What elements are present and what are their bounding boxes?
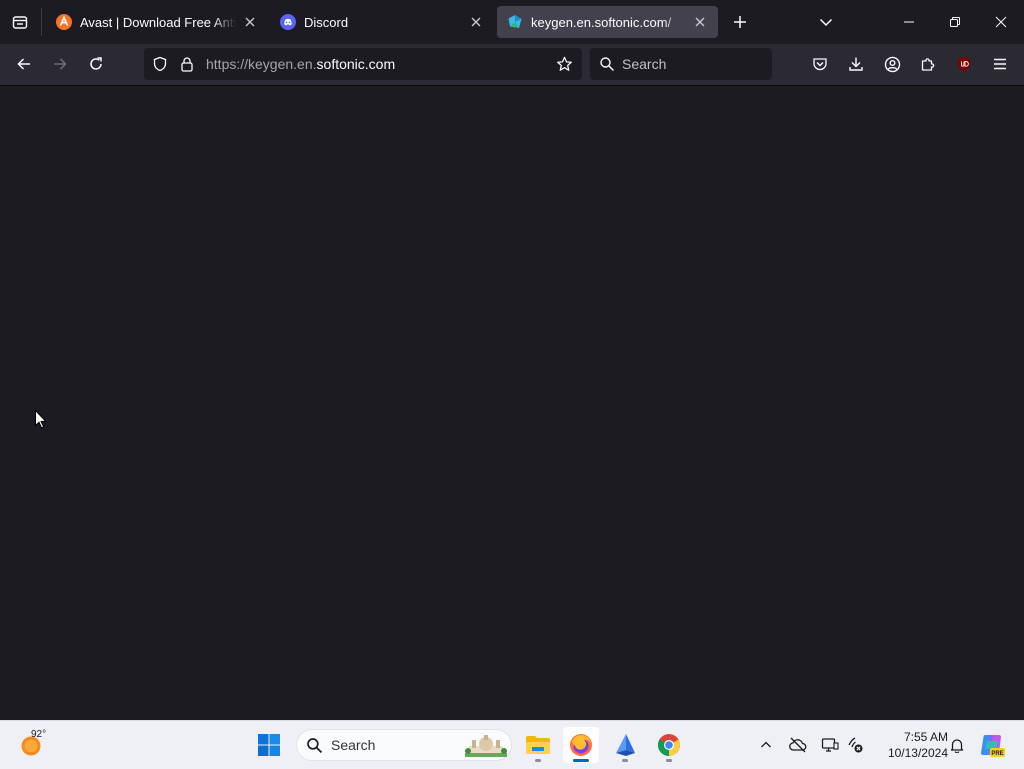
close-tab-icon[interactable]: [468, 14, 484, 30]
tab-softonic[interactable]: keygen.en.softonic.com/: [497, 6, 718, 38]
address-bar[interactable]: https://keygen.en.softonic.com: [144, 48, 582, 80]
running-indicator: [622, 759, 628, 762]
weather-widget[interactable]: 92°: [14, 727, 64, 763]
search-highlight-palace-icon: [465, 735, 507, 757]
bell-icon: [950, 739, 964, 753]
navigation-toolbar: https://keygen.en.softonic.com Search: [0, 44, 1024, 86]
url-text[interactable]: https://keygen.en.softonic.com: [206, 56, 395, 72]
list-all-tabs-button[interactable]: [814, 10, 838, 34]
back-button[interactable]: [10, 50, 38, 78]
display-tray-button[interactable]: [818, 733, 842, 757]
taskbar-clock[interactable]: 7:55 AM 10/13/2024: [872, 729, 948, 761]
network-disconnected-icon: [848, 737, 863, 753]
close-window-button[interactable]: [982, 6, 1020, 38]
running-indicator: [666, 759, 672, 762]
cloud-offline-icon: [789, 737, 807, 753]
network-tray-button[interactable]: [843, 733, 867, 757]
tab-title: Avast | Download Free Antivirus: [80, 14, 236, 30]
weather-temperature: 92°: [31, 729, 47, 740]
hamburger-menu-icon: [994, 58, 1006, 70]
tab-strip: Avast | Download Free Antivirus Discord …: [0, 0, 1024, 44]
close-tab-icon[interactable]: [242, 14, 258, 30]
copilot-icon: PRE: [981, 735, 1005, 757]
start-button[interactable]: [251, 727, 287, 763]
minimize-button[interactable]: [890, 6, 928, 38]
search-icon: [307, 738, 323, 754]
plus-icon: [734, 16, 746, 28]
firefox-view-icon: [12, 16, 28, 29]
forward-arrow-icon: [54, 58, 67, 70]
forward-button[interactable]: [46, 50, 74, 78]
copilot-button[interactable]: PRE: [978, 731, 1006, 759]
windows-taskbar: 92° Search 7:55 AM 10/13/2024 PRE: [0, 720, 1024, 769]
restore-icon: [950, 17, 960, 27]
show-hidden-icons-button[interactable]: [754, 733, 778, 757]
chrome-icon: [658, 734, 680, 756]
close-icon: [995, 16, 1007, 28]
new-tab-button[interactable]: [728, 10, 752, 34]
restore-button[interactable]: [936, 6, 974, 38]
url-domain: softonic.com: [316, 56, 396, 72]
puzzle-piece-icon: [921, 58, 935, 71]
page-content-area[interactable]: [0, 86, 1024, 720]
discord-icon: [280, 14, 296, 30]
minimize-icon: [904, 21, 914, 23]
onedrive-tray-button[interactable]: [786, 733, 810, 757]
taskbar-chrome[interactable]: [651, 727, 687, 763]
monitor-network-icon: [821, 738, 839, 752]
search-bar[interactable]: Search: [590, 48, 772, 80]
chevron-down-icon: [819, 18, 833, 27]
taskbar-search-box[interactable]: Search: [296, 729, 512, 761]
firefox-icon: [570, 734, 592, 756]
firefox-view-button[interactable]: [8, 10, 32, 34]
taskbar-file-explorer[interactable]: [520, 727, 556, 763]
pocket-button[interactable]: [806, 50, 834, 78]
url-prefix: https://keygen.en.: [206, 56, 317, 72]
ublock-shield-icon: [958, 57, 970, 71]
avast-icon: [56, 14, 72, 30]
softonic-icon: [508, 15, 522, 28]
windows-logo-icon: [258, 734, 280, 756]
downloads-button[interactable]: [842, 50, 870, 78]
app-menu-button[interactable]: [986, 50, 1014, 78]
blue-sail-app-icon: [616, 734, 635, 756]
search-icon: [600, 57, 615, 72]
tab-discord[interactable]: Discord: [270, 6, 494, 38]
notifications-button[interactable]: [945, 733, 969, 757]
search-placeholder: Search: [622, 56, 667, 72]
clock-time: 7:55 AM: [903, 730, 948, 744]
mouse-pointer-icon: [35, 410, 47, 429]
taskbar-search-placeholder: Search: [331, 737, 376, 753]
running-indicator: [535, 759, 541, 762]
taskbar-app-blue-sail[interactable]: [607, 727, 643, 763]
ublock-origin-button[interactable]: [950, 50, 978, 78]
active-indicator: [573, 759, 589, 762]
tab-separator: [41, 8, 42, 36]
extensions-button[interactable]: [914, 50, 942, 78]
reload-button[interactable]: [82, 50, 110, 78]
bookmark-star-icon[interactable]: [556, 56, 573, 73]
clock-date: 10/13/2024: [887, 746, 948, 760]
tracking-protection-shield-icon[interactable]: [152, 56, 168, 72]
close-tab-icon[interactable]: [692, 14, 708, 30]
download-icon: [849, 57, 863, 71]
folder-icon: [526, 736, 550, 754]
taskbar-firefox[interactable]: [563, 727, 599, 763]
chevron-up-icon: [761, 741, 771, 748]
tab-title: Discord: [304, 14, 349, 30]
back-arrow-icon: [17, 58, 30, 70]
account-button[interactable]: [878, 50, 906, 78]
tab-title: keygen.en.softonic.com/: [531, 14, 672, 30]
copilot-badge-text: PRE: [991, 751, 1003, 757]
tab-avast[interactable]: Avast | Download Free Antivirus: [46, 6, 268, 38]
account-icon: [884, 56, 900, 72]
lock-icon[interactable]: [179, 56, 195, 72]
reload-icon: [90, 57, 102, 70]
pocket-icon: [813, 58, 827, 71]
